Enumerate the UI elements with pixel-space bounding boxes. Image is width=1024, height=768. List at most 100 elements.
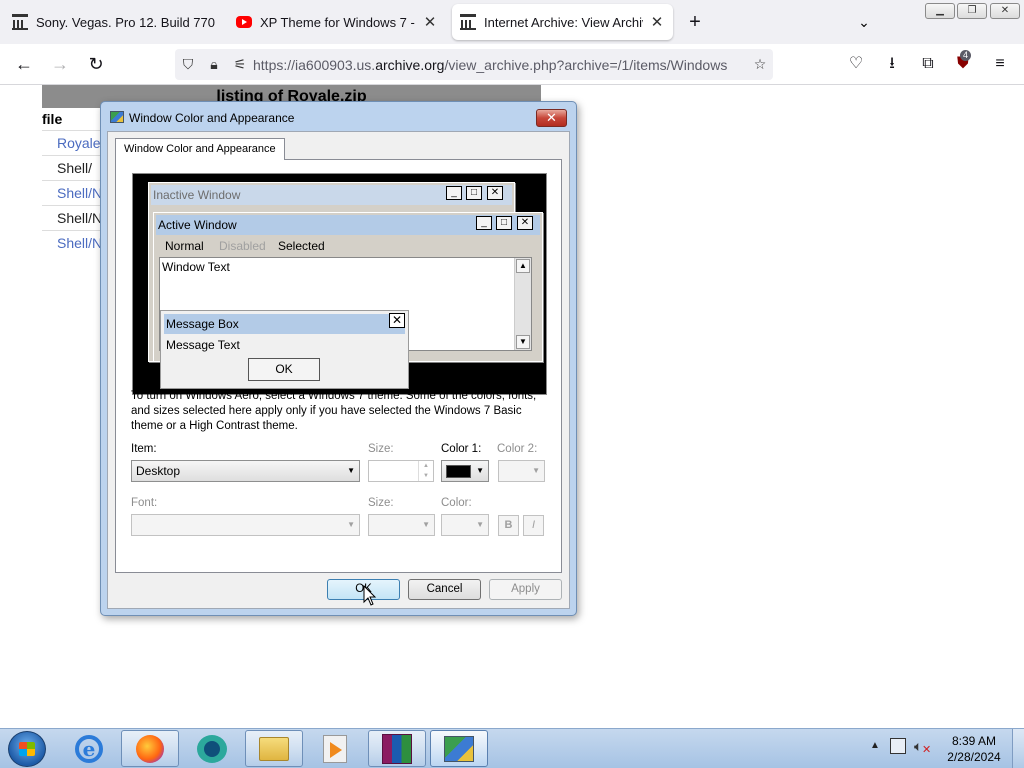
show-desktop-button[interactable] (1012, 729, 1024, 768)
maximize-icon: □ (496, 216, 512, 230)
close-icon[interactable]: ✕ (649, 13, 665, 31)
dialog-body: Window Color and Appearance Inactive Win… (107, 131, 570, 609)
font-color-picker[interactable]: ▼ (441, 514, 489, 536)
window-text: Window Text (162, 260, 230, 274)
menu-selected: Selected (278, 239, 325, 253)
extension-badge: 4 (960, 50, 972, 61)
hamburger-menu-icon[interactable]: ≡ (988, 52, 1012, 76)
file-row-link[interactable]: Shell/N (42, 180, 102, 205)
taskbar-firefox[interactable] (121, 730, 179, 767)
appearance-preview[interactable]: Inactive Window _ □ ✕ Active Window _ □ … (132, 173, 547, 395)
taskbar-internet-explorer[interactable]: e (60, 730, 118, 767)
apply-button[interactable]: Apply (489, 579, 562, 600)
taskbar-browser[interactable] (183, 730, 241, 767)
size-spinner[interactable]: ▲ ▼ (368, 460, 434, 482)
url-prefix: https://ia600903.us. (253, 56, 376, 73)
menu-disabled: Disabled (219, 239, 266, 253)
mouse-cursor-icon (363, 585, 377, 606)
item-select[interactable]: Desktop ▼ (131, 460, 360, 482)
file-row-link[interactable]: Shell/N (42, 230, 102, 255)
folder-icon (259, 736, 289, 761)
item-select-value: Desktop (136, 464, 181, 478)
new-tab-plus-icon[interactable]: + (683, 10, 707, 34)
tab-label: Sony. Vegas. Pro 12. Build 770.6 (36, 14, 216, 30)
font-color-label: Color: (441, 497, 472, 509)
tab-list-chevron-down-icon[interactable]: ⌄ (852, 10, 876, 34)
window-close-button[interactable]: ✕ (990, 3, 1020, 19)
aero-description: To turn on Windows Aero, select a Window… (131, 390, 537, 432)
font-size-select[interactable]: ▼ (368, 514, 435, 536)
preview-message-box: Message Box ✕ Message Text OK (160, 310, 409, 389)
shield-icon[interactable]: ⛉ (175, 56, 201, 73)
url-path: /view_archive.php?archive=/1/items/Windo… (444, 56, 728, 73)
dialog-title: Window Color and Appearance (129, 111, 295, 125)
font-select[interactable]: ▼ (131, 514, 360, 536)
downloads-icon[interactable]: ⭳ (880, 52, 904, 76)
menu-normal: Normal (165, 239, 204, 253)
tab-internet-archive[interactable]: Internet Archive: View Archive ✕ (452, 4, 673, 40)
windows-logo-icon (19, 742, 35, 756)
size-label: Size: (368, 443, 394, 455)
extensions-puzzle-icon[interactable]: ⧉ (916, 52, 940, 76)
media-player-icon (323, 734, 347, 763)
file-row: Shell/N (42, 205, 102, 230)
taskbar-control-panel[interactable] (430, 730, 488, 767)
start-button[interactable] (8, 731, 46, 767)
close-icon[interactable]: ✕ (422, 13, 438, 31)
preview-scrollbar: ▲ ▼ (514, 258, 531, 350)
clock-time[interactable]: 8:39 AM (946, 734, 1002, 748)
italic-button[interactable]: I (523, 515, 544, 536)
chevron-down-icon: ▼ (422, 520, 430, 529)
winrar-icon (382, 733, 412, 764)
forward-arrow-icon[interactable]: → (46, 52, 74, 76)
control-panel-icon (110, 111, 124, 123)
windows-taskbar: e ▲ 🔈︎ ✕ 8:39 AM 2/28/2024 (0, 728, 1024, 768)
close-icon: ✕ (487, 186, 503, 200)
minimize-button[interactable]: ▁ (925, 3, 955, 19)
browser-nav-bar: ← → ↻ ⛉ 🔒︎ ⚟ https://ia600903.us.archive… (0, 44, 1024, 85)
taskbar-windows-explorer[interactable] (245, 730, 303, 767)
cancel-button[interactable]: Cancel (408, 579, 481, 600)
color2-picker[interactable]: ▼ (498, 460, 545, 482)
message-box-title: Message Box (164, 314, 405, 334)
spin-down-icon[interactable]: ▼ (418, 471, 433, 481)
address-bar[interactable]: ⛉ 🔒︎ ⚟ https://ia600903.us.archive.org/v… (175, 49, 773, 80)
restore-button[interactable]: ❐ (957, 3, 987, 19)
browser-tab-bar: Sony. Vegas. Pro 12. Build 770.6 XP Them… (0, 0, 1024, 44)
column-header-file: file (42, 111, 63, 127)
file-row-link[interactable]: Royale (42, 130, 102, 155)
control-panel-icon (444, 735, 474, 762)
tab-label: XP Theme for Windows 7 - You (260, 14, 416, 30)
dialog-close-button[interactable]: ✕ (536, 109, 567, 127)
site-permissions-icon[interactable]: ⚟ (227, 56, 253, 73)
show-hidden-icons-icon[interactable]: ▲ (870, 740, 880, 751)
lock-icon[interactable]: 🔒︎ (201, 56, 227, 73)
youtube-icon (236, 16, 252, 28)
tab-window-color-appearance[interactable]: Window Color and Appearance (115, 138, 285, 160)
internet-explorer-icon: e (75, 734, 103, 763)
scroll-up-icon: ▲ (516, 259, 530, 273)
chevron-down-icon: ▼ (347, 520, 355, 529)
chevron-down-icon: ▼ (532, 466, 540, 475)
pocket-icon[interactable]: ♡ (844, 52, 868, 76)
color2-label: Color 2: (497, 443, 538, 455)
tab-sony-vegas[interactable]: Sony. Vegas. Pro 12. Build 770.6 (4, 4, 224, 40)
url-text[interactable]: https://ia600903.us.archive.org/view_arc… (253, 57, 747, 73)
spin-up-icon[interactable]: ▲ (418, 461, 433, 471)
color-swatch (446, 465, 471, 478)
taskbar-winrar[interactable] (368, 730, 426, 767)
color1-picker[interactable]: ▼ (441, 460, 489, 482)
bookmark-star-icon[interactable]: ☆ (747, 56, 773, 73)
tab-xp-theme-youtube[interactable]: XP Theme for Windows 7 - You ✕ (228, 4, 446, 40)
file-row: Shell/ (42, 155, 102, 180)
clock-date[interactable]: 2/28/2024 (944, 750, 1004, 764)
tab-panel: Inactive Window _ □ ✕ Active Window _ □ … (115, 159, 562, 573)
item-label: Item: (131, 443, 157, 455)
bold-button[interactable]: B (498, 515, 519, 536)
back-arrow-icon[interactable]: ← (10, 52, 38, 76)
reload-icon[interactable]: ↻ (82, 52, 110, 76)
taskbar-media-player[interactable] (306, 730, 364, 767)
network-icon[interactable] (890, 738, 906, 754)
minimize-icon: _ (476, 216, 492, 230)
close-icon: ✕ (517, 216, 533, 230)
